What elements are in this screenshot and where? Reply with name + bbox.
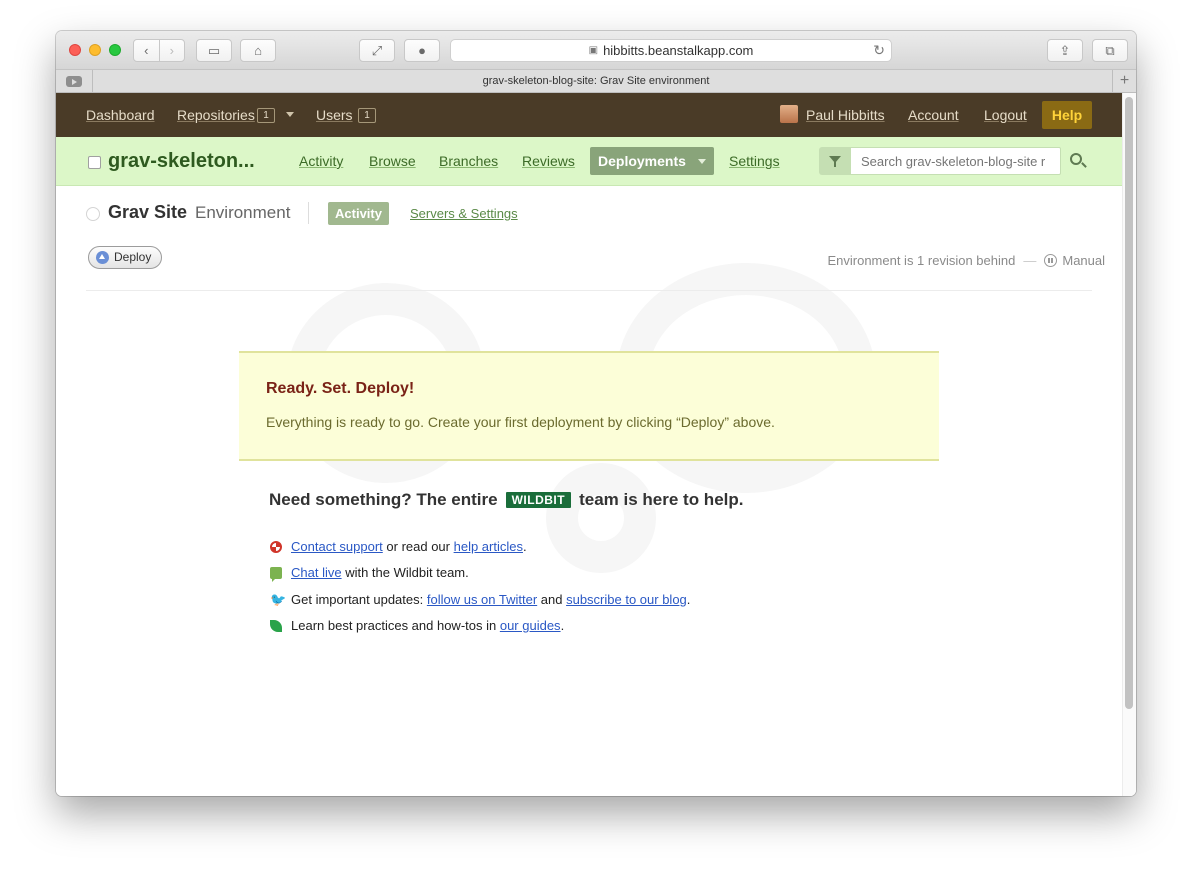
upload-icon — [96, 251, 109, 264]
divider — [308, 202, 309, 224]
nav-users[interactable]: Users — [316, 107, 353, 123]
tab-browse[interactable]: Browse — [369, 153, 416, 169]
notice-box: Ready. Set. Deploy! Everything is ready … — [239, 351, 939, 461]
forward-icon[interactable]: › — [160, 43, 185, 58]
tab-deployments-label: Deployments — [598, 153, 686, 169]
avatar[interactable] — [780, 105, 798, 123]
help-item-chat: Chat live with the Wildbit team. — [270, 565, 469, 582]
chevron-down-icon[interactable] — [286, 112, 294, 117]
chat-icon — [270, 566, 282, 582]
help-item-support: Contact support or read our help article… — [270, 539, 527, 554]
environment-type: Environment — [195, 203, 291, 222]
pinned-tab-icon[interactable] — [66, 76, 82, 87]
minimize-icon[interactable] — [89, 44, 101, 56]
revision-status: Environment is 1 revision behind — [827, 253, 1016, 268]
help-text: Learn best practices and how-tos in — [291, 618, 500, 633]
contact-support-link[interactable]: Contact support — [291, 539, 383, 554]
reload-icon[interactable]: ↻ — [873, 42, 885, 59]
help-heading: Need something? The entire WILDBIT team … — [269, 490, 743, 510]
deploy-button-label: Deploy — [114, 250, 152, 264]
page-content: Dashboard Repositories 1 Users 1 Paul Hi… — [56, 93, 1136, 796]
leaf-icon — [270, 619, 282, 632]
blog-link[interactable]: subscribe to our blog — [566, 592, 687, 607]
help-heading-pre: Need something? The entire — [269, 490, 498, 509]
tab-deployments[interactable]: Deployments — [590, 147, 714, 175]
lifebuoy-icon — [270, 540, 282, 553]
url-text: hibbitts.beanstalkapp.com — [603, 43, 754, 58]
close-icon[interactable] — [69, 44, 81, 56]
tab-environment-activity[interactable]: Activity — [328, 202, 389, 225]
notice-text: Everything is ready to go. Create your f… — [266, 414, 775, 430]
top-nav: Dashboard Repositories 1 Users 1 Paul Hi… — [56, 93, 1122, 137]
environment-name: Grav Site — [108, 202, 188, 222]
sidebar-icon[interactable]: ▭ — [196, 39, 232, 62]
help-button[interactable]: Help — [1042, 101, 1092, 129]
scrollbar[interactable] — [1122, 93, 1136, 796]
watermark — [546, 463, 656, 573]
ghost-icon[interactable]: ● — [404, 39, 440, 62]
tab-separator — [92, 70, 93, 93]
chevron-down-icon[interactable] — [698, 159, 706, 164]
tab-activity[interactable]: Activity — [299, 153, 343, 169]
tab-branches[interactable]: Branches — [439, 153, 498, 169]
fullscreen-icon[interactable]: ⤢ — [359, 39, 395, 62]
tab-bar: grav-skeleton-blog-site: Grav Site envir… — [56, 70, 1136, 93]
wildbit-logo: WILDBIT — [505, 492, 572, 508]
tab-reviews[interactable]: Reviews — [522, 153, 575, 169]
help-heading-post: team is here to help. — [579, 490, 744, 509]
share-icon[interactable]: ⇪ — [1047, 39, 1083, 62]
environment-status: Environment is 1 revision behind — Manua… — [827, 253, 1105, 268]
nav-logout[interactable]: Logout — [984, 107, 1027, 123]
help-text: Get important updates: — [291, 592, 427, 607]
nav-dashboard[interactable]: Dashboard — [86, 107, 155, 123]
help-item-updates: 🐦 Get important updates: follow us on Tw… — [270, 592, 690, 607]
help-item-guides: Learn best practices and how-tos in our … — [270, 618, 564, 633]
tabs-icon[interactable]: ⧉ — [1092, 39, 1128, 62]
filter-icon[interactable] — [819, 147, 851, 175]
users-count-badge: 1 — [358, 108, 376, 123]
deploy-mode[interactable]: Manual — [1062, 253, 1105, 268]
help-text: and — [537, 592, 567, 607]
title-bar: ‹ › ▭ ⌂ ⤢ ● ▣ hibbitts.beanstalkapp.com … — [56, 31, 1136, 70]
nav-account[interactable]: Account — [908, 107, 959, 123]
environment-radio[interactable] — [86, 207, 100, 221]
repo-name[interactable]: grav-skeleton... — [108, 150, 255, 173]
repo-checkbox[interactable] — [88, 156, 101, 169]
zoom-icon[interactable] — [109, 44, 121, 56]
divider — [86, 290, 1092, 291]
nav-repositories[interactable]: Repositories — [177, 107, 255, 123]
new-tab-icon[interactable]: + — [1112, 70, 1136, 93]
pause-icon — [1044, 254, 1058, 267]
repo-bar: grav-skeleton... Activity Browse Branche… — [56, 137, 1122, 186]
twitter-icon: 🐦 — [270, 591, 287, 607]
help-text: with the Wildbit team. — [341, 565, 469, 580]
repositories-count-badge: 1 — [257, 108, 275, 123]
tab-title[interactable]: grav-skeleton-blog-site: Grav Site envir… — [483, 75, 710, 87]
help-text: . — [522, 539, 527, 554]
tab-servers-settings[interactable]: Servers & Settings — [410, 206, 518, 221]
help-text: . — [560, 618, 565, 633]
help-articles-link[interactable]: help articles — [454, 539, 523, 554]
chat-live-link[interactable]: Chat live — [291, 565, 342, 580]
lock-icon: ▣ — [588, 45, 599, 56]
search-input[interactable] — [850, 147, 1061, 175]
notice-title: Ready. Set. Deploy! — [266, 380, 415, 397]
history-nav: ‹ › — [133, 39, 185, 62]
back-icon[interactable]: ‹ — [134, 43, 159, 58]
help-text: or read our — [382, 539, 454, 554]
home-icon[interactable]: ⌂ — [240, 39, 276, 62]
search-icon[interactable] — [1070, 153, 1082, 165]
address-bar[interactable]: ▣ hibbitts.beanstalkapp.com ↻ — [450, 39, 892, 62]
deploy-button[interactable]: Deploy — [88, 246, 162, 269]
help-text: . — [686, 592, 691, 607]
browser-window: ‹ › ▭ ⌂ ⤢ ● ▣ hibbitts.beanstalkapp.com … — [56, 31, 1136, 796]
status-dash: — — [1023, 253, 1037, 268]
scrollbar-thumb[interactable] — [1125, 97, 1133, 709]
nav-user-name[interactable]: Paul Hibbitts — [806, 107, 885, 123]
tab-settings[interactable]: Settings — [729, 153, 780, 169]
guides-link[interactable]: our guides — [500, 618, 561, 633]
twitter-link[interactable]: follow us on Twitter — [427, 592, 537, 607]
